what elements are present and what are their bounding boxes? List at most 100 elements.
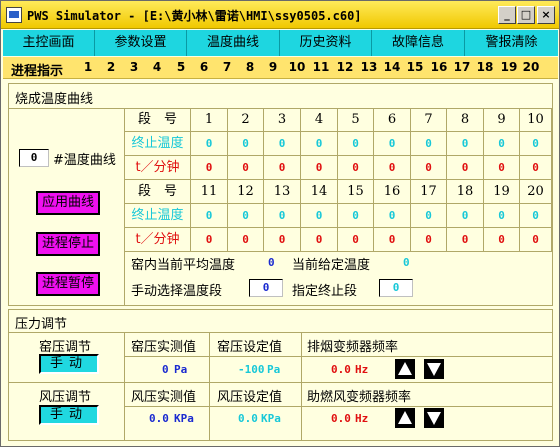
wind-actual-value: 0.0 xyxy=(149,412,169,425)
rate-cell[interactable]: 0 xyxy=(520,156,552,180)
kiln-mode-button[interactable]: 手动 xyxy=(39,354,99,374)
blower-freq-unit: Hz xyxy=(355,412,369,425)
rate-cell[interactable]: 0 xyxy=(264,156,301,180)
wind-mode-button[interactable]: 手动 xyxy=(39,405,99,425)
rate-cell[interactable]: 0 xyxy=(264,228,301,252)
rate-cell[interactable]: 0 xyxy=(484,228,520,252)
apply-curve-button[interactable]: 应用曲线 xyxy=(36,191,100,215)
seg-number-cell: 20 xyxy=(520,180,552,204)
maximize-button[interactable]: □ xyxy=(517,6,535,24)
end-seg-label: 指定终止段 xyxy=(292,284,358,299)
process-indicator-bar: 进程指示 1 2 3 4 5 6 7 8 9 10 11 12 13 14 15 16 17 18 19 20 xyxy=(3,57,558,79)
rate-cell[interactable]: 0 xyxy=(191,156,228,180)
kiln-set-unit: Pa xyxy=(267,363,281,376)
step-indicator-3: 3 xyxy=(129,60,139,74)
pressure-title: 压力调节 xyxy=(15,317,68,332)
kiln-actual-value: 0 xyxy=(162,363,169,376)
end-temp-cell[interactable]: 0 xyxy=(338,204,374,228)
end-temp-cell[interactable]: 0 xyxy=(191,204,228,228)
exhaust-freq-value: 0.0 xyxy=(331,363,351,376)
seg-number-row-label: 段 号 xyxy=(125,108,191,132)
end-temp-cell[interactable]: 0 xyxy=(374,204,411,228)
wind-set-unit: KPa xyxy=(261,412,281,425)
exhaust-up-arrow-icon[interactable] xyxy=(395,359,415,379)
kiln-pressure-label: 窑压调节 xyxy=(39,340,92,355)
app-icon xyxy=(6,7,22,23)
rate-cell[interactable]: 0 xyxy=(447,156,484,180)
menu-history[interactable]: 历史资料 xyxy=(280,30,372,56)
menu-main-screen[interactable]: 主控画面 xyxy=(3,30,95,56)
end-temp-cell[interactable]: 0 xyxy=(484,132,520,156)
stop-process-button[interactable]: 进程停止 xyxy=(36,232,100,256)
rate-cell[interactable]: 0 xyxy=(228,156,264,180)
close-button[interactable]: × xyxy=(537,6,555,24)
seg-number-cell: 5 xyxy=(338,108,374,132)
end-temp-cell[interactable]: 0 xyxy=(411,204,447,228)
rate-cell[interactable]: 0 xyxy=(374,228,411,252)
end-temp-cell[interactable]: 0 xyxy=(447,204,484,228)
end-temp-cell[interactable]: 0 xyxy=(484,204,520,228)
end-temp-row-label: 终止温度 xyxy=(125,132,191,156)
end-temp-cell[interactable]: 0 xyxy=(228,132,264,156)
set-temp-label: 当前给定温度 xyxy=(292,258,371,273)
seg-number-cell: 1 xyxy=(191,108,228,132)
end-temp-cell[interactable]: 0 xyxy=(338,132,374,156)
step-indicator-16: 16 xyxy=(430,60,448,74)
rate-cell[interactable]: 0 xyxy=(411,156,447,180)
menu-alarm-clear[interactable]: 警报清除 xyxy=(465,30,558,56)
seg-number-cell: 18 xyxy=(447,180,484,204)
end-temp-cell[interactable]: 0 xyxy=(301,132,338,156)
step-indicator-15: 15 xyxy=(406,60,424,74)
step-indicator-9: 9 xyxy=(268,60,278,74)
end-temp-cell[interactable]: 0 xyxy=(374,132,411,156)
blower-freq-value: 0.0 xyxy=(331,412,351,425)
title-bar: PWS Simulator - [E:\黄小林\雷诺\HMI\ssy0505.c… xyxy=(1,1,559,29)
pause-process-button[interactable]: 进程暂停 xyxy=(36,272,100,296)
blower-up-arrow-icon[interactable] xyxy=(395,408,415,428)
rate-cell[interactable]: 0 xyxy=(374,156,411,180)
seg-number-cell: 11 xyxy=(191,180,228,204)
manual-seg-input[interactable]: 0 xyxy=(249,279,283,297)
curve-number-input[interactable]: 0 xyxy=(19,149,49,167)
end-seg-input[interactable]: 0 xyxy=(379,279,413,297)
end-temp-cell[interactable]: 0 xyxy=(411,132,447,156)
end-temp-cell[interactable]: 0 xyxy=(264,132,301,156)
avg-temp-value: 0 xyxy=(268,256,275,269)
wind-actual-unit: KPa xyxy=(174,412,194,425)
rate-cell[interactable]: 0 xyxy=(338,228,374,252)
rate-cell[interactable]: 0 xyxy=(520,228,552,252)
rate-cell[interactable]: 0 xyxy=(191,228,228,252)
rate-cell[interactable]: 0 xyxy=(484,156,520,180)
wind-pressure-label: 风压调节 xyxy=(39,390,92,405)
step-indicator-7: 7 xyxy=(222,60,232,74)
menu-param-settings[interactable]: 参数设置 xyxy=(95,30,187,56)
end-temp-cell[interactable]: 0 xyxy=(301,204,338,228)
minimize-button[interactable]: _ xyxy=(498,6,516,24)
blower-down-arrow-icon[interactable] xyxy=(424,408,444,428)
end-temp-cell[interactable]: 0 xyxy=(520,204,552,228)
menu-fault-info[interactable]: 故障信息 xyxy=(372,30,465,56)
process-indicator-label: 进程指示 xyxy=(11,64,64,79)
rate-cell[interactable]: 0 xyxy=(447,228,484,252)
rate-cell[interactable]: 0 xyxy=(301,156,338,180)
rate-cell[interactable]: 0 xyxy=(301,228,338,252)
rate-cell[interactable]: 0 xyxy=(228,228,264,252)
seg-number-cell: 4 xyxy=(301,108,338,132)
exhaust-down-arrow-icon[interactable] xyxy=(424,359,444,379)
pressure-panel: 压力调节 窑压调节 手动 窑压实测值 0 Pa 窑压设定值 -100 Pa 排烟… xyxy=(8,309,553,441)
step-indicator-2: 2 xyxy=(106,60,116,74)
seg-number-cell: 13 xyxy=(264,180,301,204)
seg-number-cell: 9 xyxy=(484,108,520,132)
rate-cell[interactable]: 0 xyxy=(338,156,374,180)
end-temp-cell[interactable]: 0 xyxy=(191,132,228,156)
seg-number-cell: 8 xyxy=(447,108,484,132)
step-indicator-20: 20 xyxy=(522,60,540,74)
step-indicator-5: 5 xyxy=(176,60,186,74)
end-temp-cell[interactable]: 0 xyxy=(264,204,301,228)
end-temp-cell[interactable]: 0 xyxy=(447,132,484,156)
end-temp-cell[interactable]: 0 xyxy=(228,204,264,228)
rate-cell[interactable]: 0 xyxy=(411,228,447,252)
end-temp-cell[interactable]: 0 xyxy=(520,132,552,156)
menu-temp-curve[interactable]: 温度曲线 xyxy=(187,30,280,56)
menu-bar: 主控画面 参数设置 温度曲线 历史资料 故障信息 警报清除 xyxy=(3,30,558,56)
